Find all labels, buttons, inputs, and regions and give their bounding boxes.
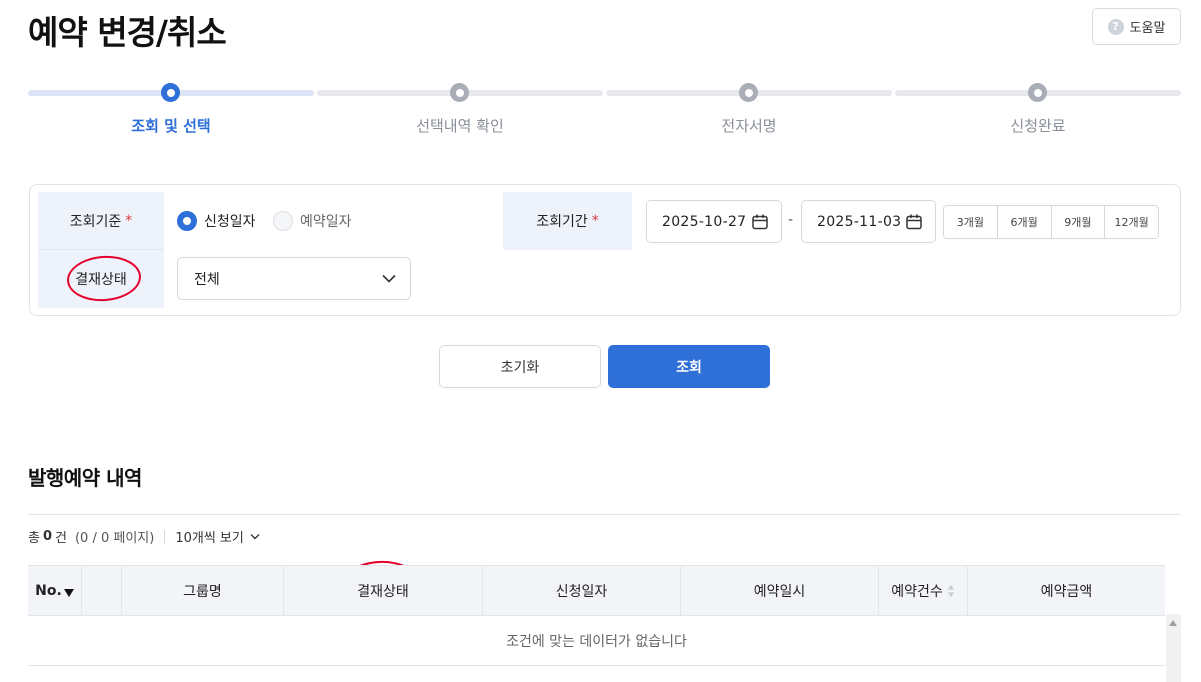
search-panel: 조회기준 * 결재상태 신청일자 예약일자 조회기간 * 2025-10-27 - … (29, 184, 1181, 316)
calendar-icon[interactable] (751, 213, 769, 231)
help-button[interactable]: ? 도움말 (1092, 8, 1181, 45)
radio-circle (273, 211, 293, 231)
column-header-reservation-count[interactable]: 예약건수 (879, 566, 968, 615)
search-button[interactable]: 조회 (608, 345, 770, 388)
progress-stepper: 조회 및 선택 선택내역 확인 전자서명 신청완료 (28, 82, 1181, 142)
radio-reservation-date[interactable]: 예약일자 (273, 211, 352, 231)
period-3-months-button[interactable]: 3개월 (944, 206, 998, 238)
date-to-value: 2025-11-03 (817, 213, 902, 230)
period-shortcut-group: 3개월 6개월 9개월 12개월 (943, 205, 1159, 239)
step-label-3: 전자서명 (721, 117, 777, 135)
sort-icon[interactable] (947, 584, 955, 598)
status-label: 결재상태 (38, 250, 164, 308)
criteria-label-text: 조회기준 (69, 213, 122, 230)
required-mark: * (591, 213, 599, 229)
period-12-months-button[interactable]: 12개월 (1105, 206, 1158, 238)
column-header-no[interactable]: No. (28, 566, 82, 615)
column-status-label: 결재상태 (357, 583, 409, 600)
period-9-months-button[interactable]: 9개월 (1051, 206, 1106, 238)
column-app-date-label: 신청일자 (555, 583, 608, 600)
sort-down-icon[interactable] (63, 588, 74, 597)
date-from-value: 2025-10-27 (662, 213, 747, 230)
step-dot-4 (1028, 83, 1047, 102)
empty-message: 조건에 맞는 데이터가 없습니다 (28, 616, 1165, 666)
step-label-2: 선택내역 확인 (416, 117, 504, 135)
result-summary: 총 0 건 (0 / 0 페이지) 10개씩 보기 (28, 527, 260, 546)
radio-circle-selected (177, 211, 197, 231)
chevron-down-icon (250, 534, 260, 540)
step-dot-1 (161, 83, 180, 102)
calendar-icon[interactable] (905, 213, 923, 231)
step-label-4: 신청완료 (1010, 117, 1066, 135)
period-6-months-button[interactable]: 6개월 (997, 206, 1052, 238)
status-select-value: 전체 (194, 271, 220, 288)
total-count: 0 (42, 529, 53, 544)
column-res-datetime-label: 예약일시 (753, 583, 806, 600)
step-label-1: 조회 및 선택 (131, 117, 211, 135)
date-to-input[interactable]: 2025-11-03 (801, 200, 936, 243)
required-mark: * (125, 212, 133, 229)
chevron-down-icon (382, 274, 396, 283)
results-table: No. 그룹명 결재상태 신청일자 예약일시 예약건수 예약금액 조건에 맞는 … (28, 565, 1165, 666)
radio-label: 신청일자 (204, 214, 256, 230)
page-title: 예약 변경/취소 (28, 13, 227, 52)
reset-button[interactable]: 초기화 (439, 345, 601, 388)
step-dot-3 (739, 83, 758, 102)
date-separator: - (788, 212, 794, 228)
page-info: (0 / 0 페이지) (74, 531, 155, 546)
question-icon: ? (1107, 18, 1124, 35)
column-header-reservation-datetime: 예약일시 (681, 566, 879, 615)
column-header-checkbox (82, 566, 122, 615)
help-label: 도움말 (1129, 21, 1166, 36)
column-group-label: 그룹명 (183, 583, 222, 600)
status-select[interactable]: 전체 (177, 257, 411, 300)
per-page-select[interactable]: 10개씩 보기 (175, 527, 260, 546)
column-header-application-date: 신청일자 (483, 566, 681, 615)
column-header-reservation-amount: 예약금액 (968, 566, 1165, 615)
status-label-text: 결재상태 (75, 272, 127, 288)
step-dot-2 (450, 83, 469, 102)
scroll-up-icon[interactable] (1169, 620, 1177, 626)
column-header-group: 그룹명 (122, 566, 284, 615)
criteria-label: 조회기준 * (38, 192, 164, 250)
section-title: 발행예약 내역 (28, 466, 142, 490)
column-header-approval-status: 결재상태 (284, 566, 483, 615)
radio-application-date[interactable]: 신청일자 (177, 211, 256, 231)
divider (28, 514, 1181, 515)
table-header-row: No. 그룹명 결재상태 신청일자 예약일시 예약건수 예약금액 (28, 565, 1165, 616)
scrollbar[interactable] (1166, 614, 1181, 682)
column-amount-label: 예약금액 (1040, 583, 1093, 600)
total-suffix: 건 (55, 531, 67, 546)
summary-divider (164, 529, 166, 544)
date-from-input[interactable]: 2025-10-27 (646, 200, 782, 243)
column-res-count-label: 예약건수 (891, 583, 943, 600)
period-label: 조회기간 * (503, 192, 632, 250)
column-no-label: No. (35, 582, 62, 599)
period-label-text: 조회기간 (536, 214, 588, 230)
per-page-label: 10개씩 보기 (175, 531, 244, 546)
total-prefix: 총 (28, 531, 40, 546)
radio-label: 예약일자 (300, 214, 352, 230)
